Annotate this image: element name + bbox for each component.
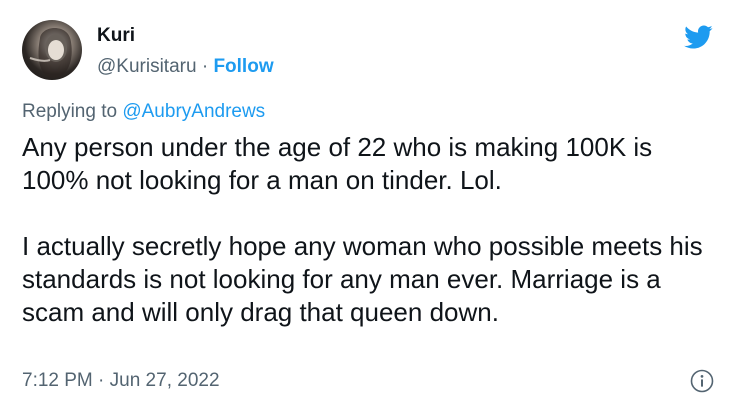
tweet-text: Any person under the age of 22 who is ma…	[22, 131, 722, 329]
twitter-bird-icon[interactable]	[681, 22, 715, 52]
info-icon[interactable]	[690, 369, 714, 393]
follow-button[interactable]: Follow	[213, 56, 273, 77]
handle-separator: ·	[196, 56, 214, 77]
replying-to: Replying to @AubryAndrews	[22, 100, 265, 124]
avatar[interactable]	[22, 20, 82, 80]
avatar-image	[29, 27, 72, 78]
author-block: Kuri @Kurisitaru · Follow	[97, 24, 274, 79]
tweet-card: Kuri @Kurisitaru · Follow Replying to @A…	[0, 0, 740, 409]
tweet-paragraph-1: Any person under the age of 22 who is ma…	[22, 132, 653, 195]
author-display-name[interactable]: Kuri	[97, 24, 274, 48]
replying-prefix: Replying to	[22, 101, 123, 122]
tweet-timestamp[interactable]: 7:12 PM · Jun 27, 2022	[22, 369, 220, 393]
tweet-paragraph-2: I actually secretly hope any woman who p…	[22, 231, 703, 327]
reply-mention-link[interactable]: @AubryAndrews	[122, 101, 265, 122]
author-handle[interactable]: @Kurisitaru	[97, 56, 197, 77]
author-handle-row: @Kurisitaru · Follow	[97, 55, 274, 79]
